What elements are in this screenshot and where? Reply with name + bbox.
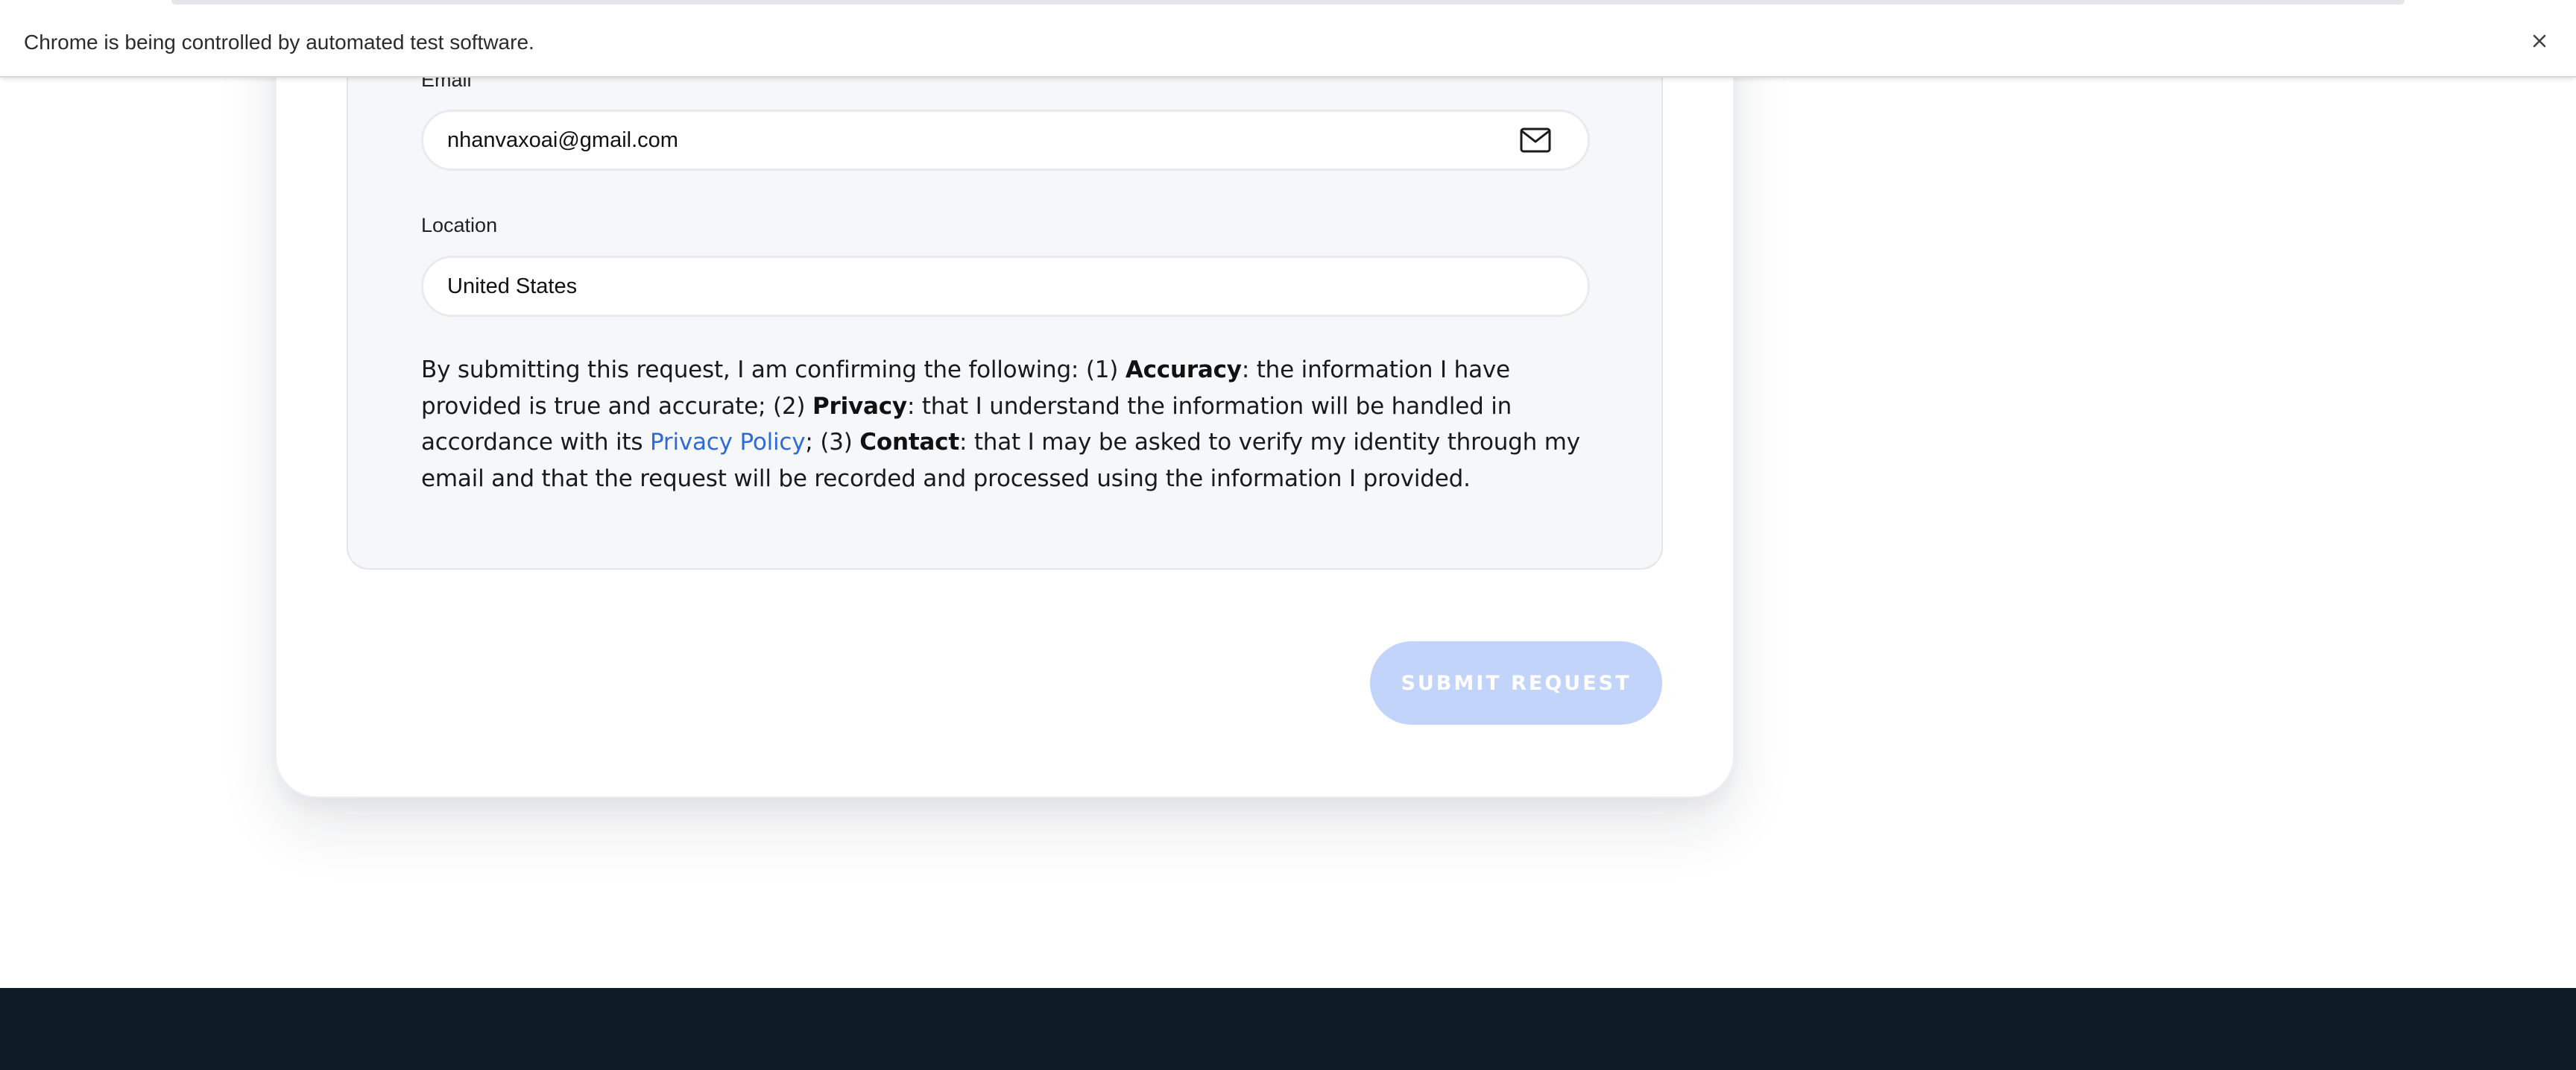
email-field[interactable] (446, 112, 1489, 169)
infobar-message: Chrome is being controlled by automated … (24, 31, 534, 54)
location-field-wrapper (421, 256, 1590, 317)
browser-toolbar-edge (171, 0, 2405, 4)
close-icon[interactable] (2528, 30, 2551, 52)
consent-contact-label: Contact (859, 429, 959, 456)
consent-after-link: ; (3) (805, 429, 860, 456)
submit-request-button[interactable]: SUBMIT REQUEST (1370, 641, 1662, 725)
location-field[interactable] (446, 258, 1489, 315)
mail-icon (1520, 128, 1551, 153)
location-label: Location (421, 214, 498, 236)
consent-intro: By submitting this request, I am confirm… (421, 356, 1126, 383)
consent-accuracy-label: Accuracy (1125, 356, 1242, 383)
page-footer (0, 988, 2576, 1070)
consent-privacy-label: Privacy (812, 392, 907, 420)
email-field-wrapper (421, 110, 1590, 171)
automation-infobar: Chrome is being controlled by automated … (0, 0, 2576, 78)
privacy-policy-link[interactable]: Privacy Policy (650, 429, 806, 456)
consent-statement: By submitting this request, I am confirm… (421, 352, 1599, 497)
